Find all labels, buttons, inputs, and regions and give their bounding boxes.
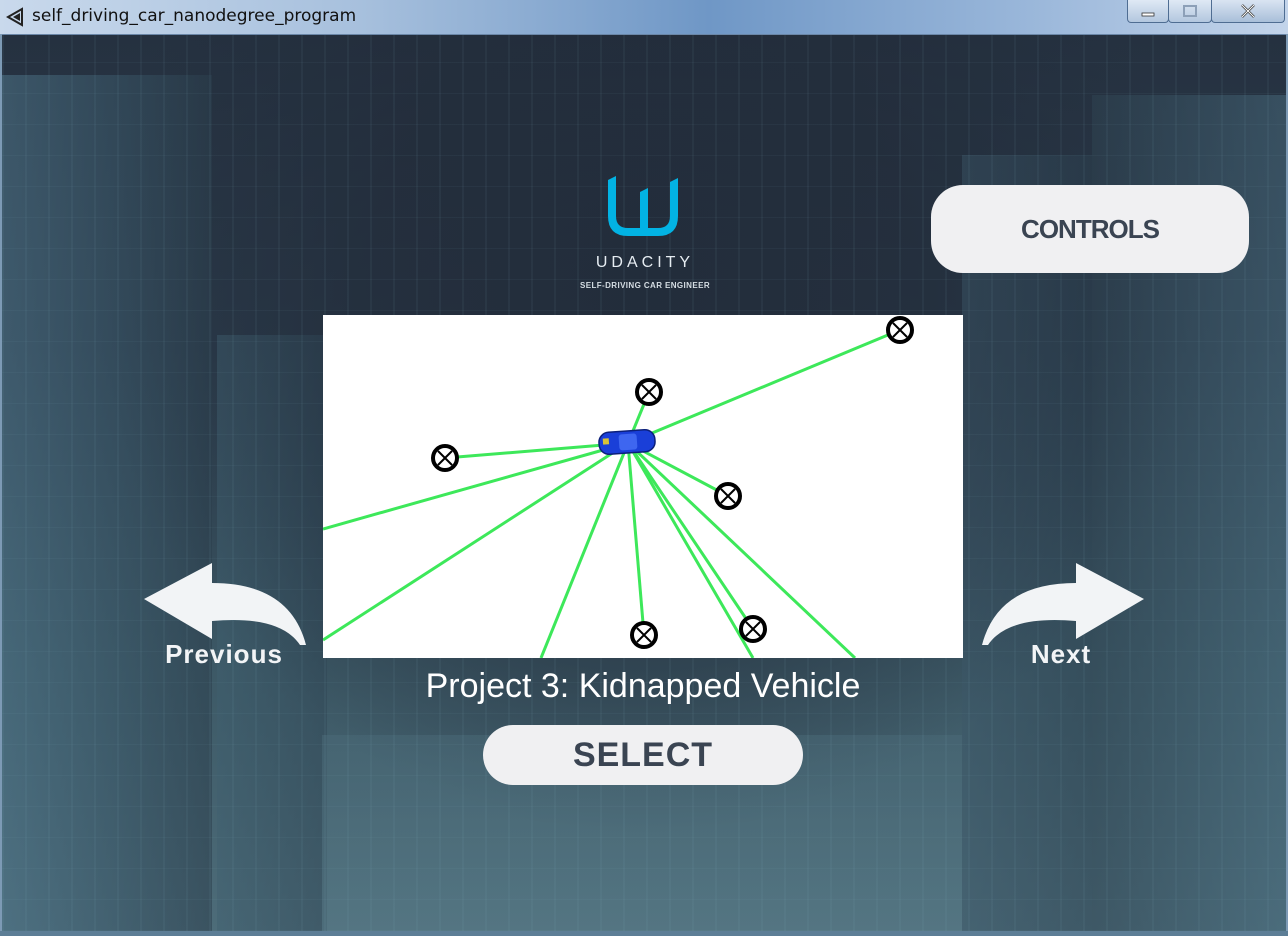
game-viewport: UDACITY SELF-DRIVING CAR ENGINEER CONTRO… — [2, 35, 1286, 931]
project-preview-image — [323, 315, 963, 658]
sensor-ray — [626, 442, 755, 630]
udacity-logo-icon — [608, 176, 678, 236]
maximize-icon — [1183, 5, 1197, 17]
sensor-ray — [323, 441, 629, 642]
close-icon — [1241, 4, 1255, 18]
minimize-button[interactable] — [1127, 0, 1169, 23]
landmark-marker — [886, 316, 914, 344]
landmark-marker — [714, 482, 742, 510]
minimize-icon — [1141, 12, 1155, 17]
unity-icon — [6, 7, 23, 27]
window-titlebar[interactable]: self_driving_car_nanodegree_program — [0, 0, 1288, 35]
udacity-wordmark: UDACITY — [595, 254, 695, 271]
landmark-marker — [635, 378, 663, 406]
sensor-ray — [627, 328, 901, 445]
landmark-marker — [630, 621, 658, 649]
kidnapped-vehicle-preview — [323, 316, 914, 658]
landmark-marker — [739, 615, 767, 643]
maximize-button[interactable] — [1168, 0, 1212, 23]
controls-button[interactable]: CONTROLS — [931, 185, 1249, 273]
vehicle-icon — [598, 428, 656, 456]
sensor-ray — [539, 442, 630, 658]
window-title: self_driving_car_nanodegree_program — [32, 6, 357, 26]
controls-button-label: CONTROLS — [1021, 213, 1160, 244]
select-button[interactable]: SELECT — [483, 725, 803, 785]
project-title: Project 3: Kidnapped Vehicle — [425, 667, 861, 705]
udacity-subtitle: SELF-DRIVING CAR ENGINEER — [579, 281, 710, 290]
previous-arrow-icon[interactable] — [140, 563, 310, 649]
next-arrow-icon[interactable] — [978, 563, 1148, 649]
landmark-marker — [431, 444, 459, 472]
close-button[interactable] — [1211, 0, 1285, 23]
next-button-label[interactable]: Next — [1006, 639, 1116, 670]
sensor-ray — [626, 442, 646, 636]
window-border-bottom — [0, 931, 1288, 936]
previous-button-label[interactable]: Previous — [152, 639, 296, 670]
select-button-label: SELECT — [572, 735, 714, 774]
